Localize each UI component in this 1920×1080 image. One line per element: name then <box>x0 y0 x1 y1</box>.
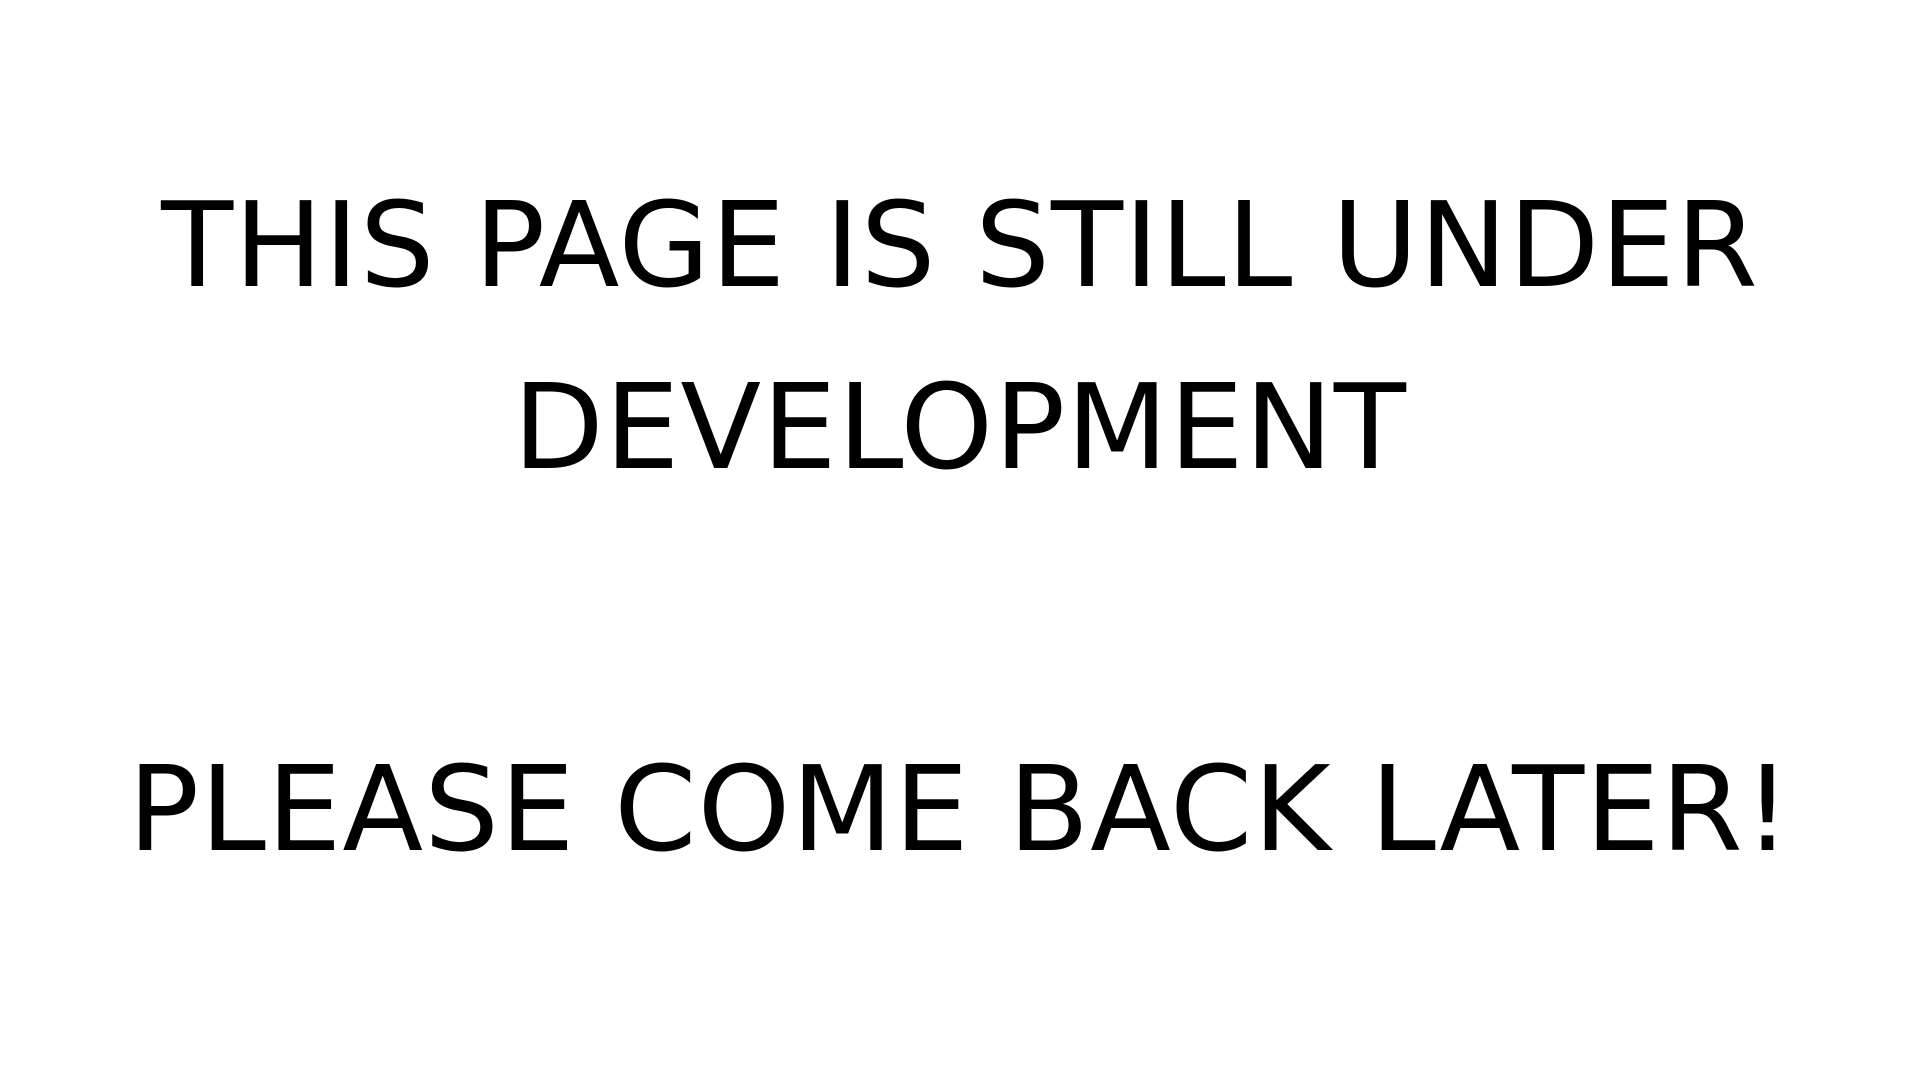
headline: THIS PAGE IS STILL UNDER DEVELOPMENT <box>0 154 1920 518</box>
under-construction-page: THIS PAGE IS STILL UNDER DEVELOPMENT PLE… <box>0 0 1920 1080</box>
come-back-message: PLEASE COME BACK LATER! <box>127 740 1793 878</box>
headline-line-1: THIS PAGE IS STILL UNDER <box>161 176 1759 314</box>
headline-line-2: DEVELOPMENT <box>513 358 1407 496</box>
